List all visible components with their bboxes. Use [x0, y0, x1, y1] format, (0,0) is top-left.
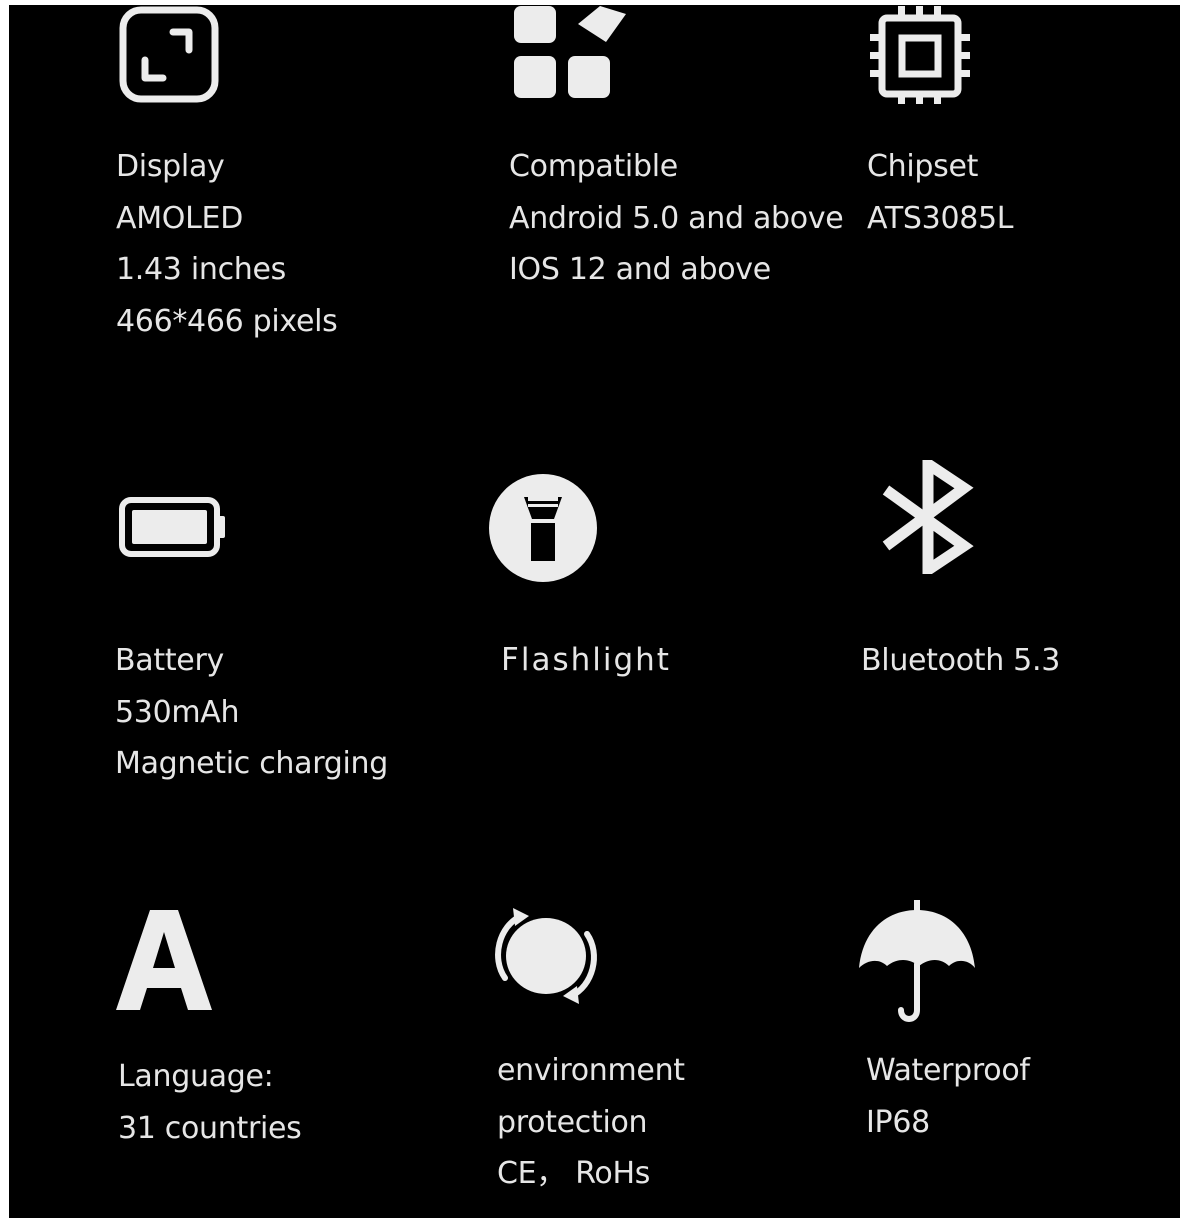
chipset-label: Chipset [867, 149, 979, 184]
chipset-icon [868, 6, 972, 104]
environment-label: environment [497, 1053, 685, 1088]
language-spec: Language: 31 countries [118, 1051, 302, 1154]
battery-label: Battery [115, 643, 224, 678]
flashlight-spec: Flashlight [501, 635, 671, 687]
display-spec: Display AMOLED 1.43 inches 466*466 pixel… [116, 141, 338, 347]
battery-icon [118, 496, 228, 558]
display-size: 1.43 inches [116, 252, 286, 287]
umbrella-icon [857, 898, 977, 1024]
display-resolution: 466*466 pixels [116, 303, 338, 339]
flashlight-icon [488, 473, 598, 583]
language-letter-a-icon [114, 910, 214, 1010]
bluetooth-label: Bluetooth 5.3 [861, 643, 1060, 678]
display-type: AMOLED [116, 200, 243, 236]
bluetooth-spec: Bluetooth 5.3 [861, 635, 1060, 687]
language-count: 31 countries [118, 1110, 302, 1146]
compatible-spec: Compatible Android 5.0 and above IOS 12 … [509, 141, 844, 296]
waterproof-label: Waterproof [866, 1053, 1030, 1088]
battery-spec: Battery 530mAh Magnetic charging [115, 635, 388, 790]
language-label: Language: [118, 1059, 274, 1094]
environment-spec: environment protection CE， RoHs [497, 1045, 685, 1200]
bluetooth-icon [880, 460, 974, 574]
battery-charging: Magnetic charging [115, 746, 388, 781]
protection-label: protection [497, 1104, 648, 1140]
waterproof-spec: Waterproof IP68 [866, 1045, 1030, 1148]
chipset-model: ATS3085L [867, 200, 1014, 236]
compatible-android: Android 5.0 and above [509, 200, 844, 236]
apps-grid-icon [512, 6, 628, 100]
battery-capacity: 530mAh [115, 694, 240, 730]
recycle-globe-icon [491, 908, 601, 1004]
compatible-ios: IOS 12 and above [509, 252, 771, 287]
certifications: CE， RoHs [497, 1156, 651, 1191]
flashlight-label: Flashlight [501, 642, 671, 678]
display-label: Display [116, 149, 225, 184]
expand-screen-icon [119, 6, 219, 103]
compatible-label: Compatible [509, 149, 678, 184]
waterproof-rating: IP68 [866, 1104, 930, 1140]
chipset-spec: Chipset ATS3085L [867, 141, 1014, 244]
